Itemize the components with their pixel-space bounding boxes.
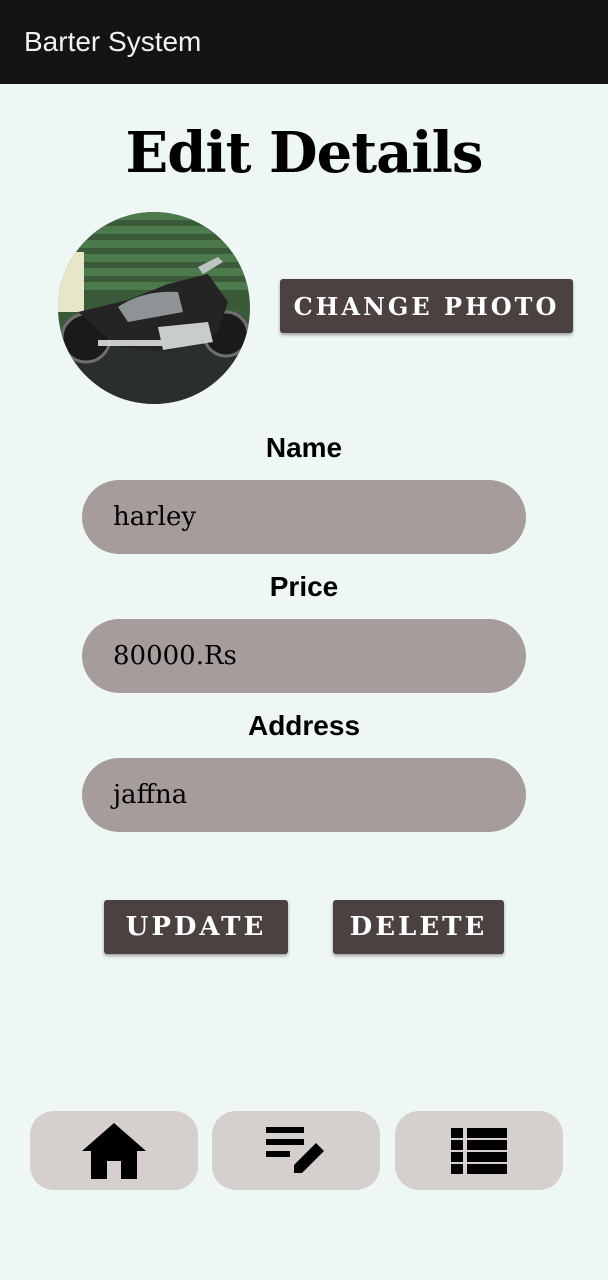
edit-list-icon	[266, 1126, 324, 1173]
price-label: Price	[269, 571, 339, 602]
name-field[interactable]: harley	[82, 480, 526, 554]
update-button[interactable]: UPDATE	[104, 900, 288, 954]
nav-list-button[interactable]	[395, 1111, 563, 1190]
nav-home-button[interactable]	[30, 1111, 198, 1190]
price-field[interactable]: 80000.Rs	[82, 619, 526, 693]
nav-edit-button[interactable]	[212, 1111, 380, 1190]
app-bar: Barter System	[0, 0, 608, 84]
name-label: Name	[265, 432, 343, 463]
delete-button[interactable]: DELETE	[333, 900, 504, 954]
home-icon	[82, 1122, 146, 1179]
product-photo	[58, 212, 250, 404]
page-title: Edit Details	[125, 120, 484, 186]
list-icon	[451, 1127, 507, 1174]
address-label: Address	[247, 710, 361, 741]
app-title: Barter System	[24, 26, 202, 57]
address-field[interactable]: jaffna	[82, 758, 526, 832]
change-photo-button[interactable]: CHANGE PHOTO	[280, 279, 573, 333]
